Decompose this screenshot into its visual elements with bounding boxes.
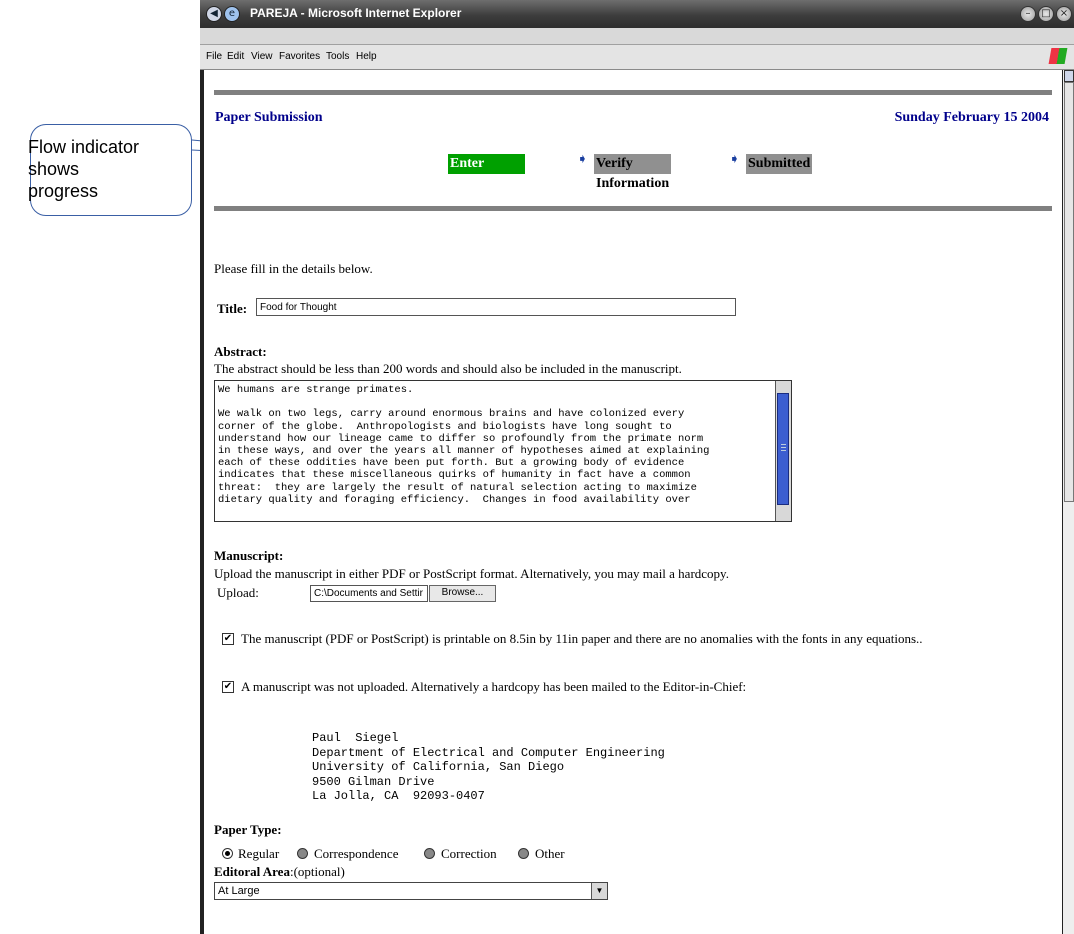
radio-regular[interactable] (222, 848, 233, 859)
callout-text: Flow indicator shows progress (28, 137, 140, 201)
step-submitted: Submitted (746, 154, 813, 174)
menu-edit[interactable]: Edit (227, 51, 244, 62)
area-heading: Editoral Area:(optional) (214, 864, 345, 880)
menu-tools[interactable]: Tools (326, 51, 349, 62)
area-optional: :(optional) (289, 864, 345, 879)
menu-view[interactable]: View (251, 51, 273, 62)
top-rule (214, 90, 1052, 95)
minimize-icon[interactable]: – (1020, 6, 1036, 22)
abstract-help: The abstract should be less than 200 wor… (214, 361, 682, 376)
printable-checkbox[interactable]: ✔ (222, 633, 234, 645)
page-title: Paper Submission (215, 110, 323, 125)
manuscript-label: Manuscript: (214, 548, 284, 563)
maximize-icon[interactable]: □ (1038, 6, 1054, 22)
page-scrollbar[interactable] (1062, 70, 1074, 934)
upload-label: Upload: (217, 585, 259, 600)
chevron-down-icon[interactable]: ▼ (591, 883, 607, 899)
bottom-rule (214, 206, 1052, 211)
abstract-textarea[interactable]: We humans are strange primates. We walk … (214, 380, 792, 522)
menu-help[interactable]: Help (356, 51, 377, 62)
close-icon[interactable]: × (1056, 6, 1072, 22)
back-icon[interactable]: ◀ (206, 6, 222, 22)
title-input[interactable] (256, 298, 736, 316)
editor-address: Paul Siegel Department of Electrical and… (312, 731, 665, 803)
title-label: Title: (217, 301, 248, 316)
area-label: Editoral Area (214, 864, 290, 879)
menu-bar: File Edit View Favorites Tools Help (200, 45, 1074, 70)
window-frame (200, 70, 204, 934)
radio-other-label: Other (535, 846, 565, 861)
abstract-scroll-thumb[interactable] (777, 393, 789, 505)
radio-regular-label: Regular (238, 846, 280, 861)
abstract-scrollbar[interactable] (775, 381, 791, 521)
radio-other[interactable] (518, 848, 529, 859)
manuscript-help: Upload the manuscript in either PDF or P… (214, 566, 729, 581)
intro-text: Please fill in the details below. (214, 261, 373, 276)
arrow-right-icon: ➧ (729, 152, 740, 167)
radio-correction[interactable] (424, 848, 435, 859)
title-bar: ◀ e PAREJA - Microsoft Internet Explorer… (200, 0, 1074, 28)
step-verify-information: Verify Information (594, 154, 672, 191)
editorial-area-value: At Large (218, 885, 260, 897)
step-enter-information: Enter Information (448, 154, 526, 191)
menu-favorites[interactable]: Favorites (279, 51, 320, 62)
editorial-area-select[interactable]: At Large ▼ (214, 882, 608, 900)
scroll-up-icon[interactable] (1064, 70, 1074, 82)
scroll-thumb[interactable] (1064, 82, 1074, 502)
abstract-text: We humans are strange primates. We walk … (218, 384, 710, 506)
menu-file[interactable]: File (206, 51, 222, 62)
arrow-right-icon: ➧ (577, 152, 588, 167)
radio-correspondence[interactable] (297, 848, 308, 859)
radio-correction-label: Correction (441, 846, 497, 861)
upload-path-input[interactable] (310, 585, 428, 602)
window-title: PAREJA - Microsoft Internet Explorer (250, 6, 462, 20)
ie-logo-icon: e (224, 6, 240, 22)
page-date: Sunday February 15 2004 (894, 110, 1049, 125)
windows-logo-icon (1048, 48, 1068, 64)
hardcopy-checkbox[interactable]: ✔ (222, 681, 234, 693)
abstract-label: Abstract: (214, 344, 267, 359)
radio-correspondence-label: Correspondence (314, 846, 399, 861)
toolbar-strip (200, 28, 1074, 45)
printable-label: The manuscript (PDF or PostScript) is pr… (241, 631, 923, 646)
hardcopy-label: A manuscript was not uploaded. Alternati… (241, 679, 747, 694)
paper-type-label: Paper Type: (214, 822, 282, 837)
browse-button[interactable]: Browse... (429, 585, 496, 602)
